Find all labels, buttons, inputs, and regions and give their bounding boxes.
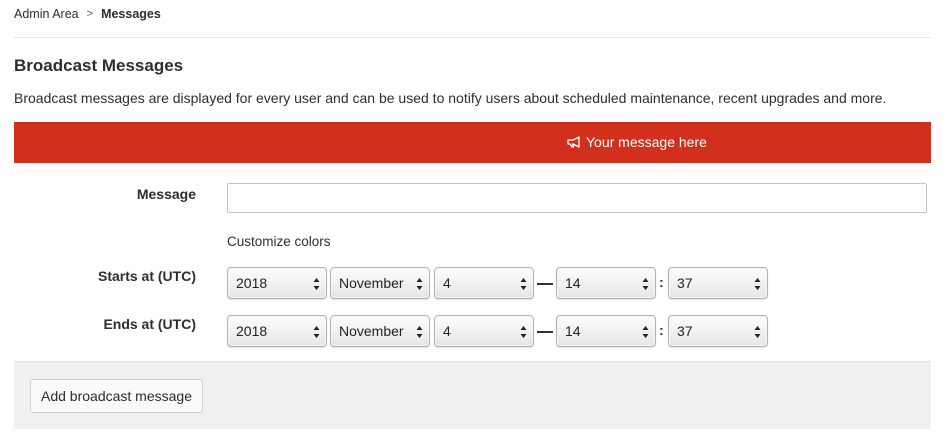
starts-minute-value: 37	[677, 275, 693, 291]
ends-month-value: November	[339, 323, 404, 339]
breadcrumb-separator: >	[86, 8, 94, 20]
breadcrumb-admin-area-link[interactable]: Admin Area	[14, 7, 79, 21]
starts-at-label: Starts at (UTC)	[97, 268, 196, 284]
customize-colors-link[interactable]: Customize colors	[227, 234, 331, 249]
date-time-dash	[537, 283, 553, 285]
ends-minute-select[interactable]: 37	[668, 315, 768, 347]
page-description: Broadcast messages are displayed for eve…	[14, 90, 887, 106]
breadcrumb-current: Messages	[101, 7, 161, 21]
page-title: Broadcast Messages	[14, 56, 184, 75]
broadcast-preview-banner: Your message here	[14, 122, 931, 163]
time-colon: :	[659, 274, 664, 290]
starts-day-select[interactable]: 4	[434, 267, 534, 299]
select-arrows-icon	[642, 326, 649, 338]
select-arrows-icon	[313, 278, 320, 290]
breadcrumb: Admin Area > Messages	[14, 7, 161, 21]
select-arrows-icon	[313, 326, 320, 338]
add-broadcast-message-button[interactable]: Add broadcast message	[30, 379, 203, 413]
date-time-dash	[537, 331, 553, 333]
ends-day-value: 4	[443, 323, 451, 339]
starts-month-select[interactable]: November	[330, 267, 430, 299]
message-input[interactable]	[227, 183, 927, 213]
starts-day-value: 4	[443, 275, 451, 291]
time-colon: :	[659, 322, 664, 338]
starts-year-select[interactable]: 2018	[227, 267, 327, 299]
message-label: Message	[136, 186, 196, 202]
select-arrows-icon	[520, 326, 527, 338]
ends-year-value: 2018	[236, 323, 268, 339]
ends-month-select[interactable]: November	[330, 315, 430, 347]
starts-month-value: November	[339, 275, 404, 291]
select-arrows-icon	[416, 326, 423, 338]
select-arrows-icon	[642, 278, 649, 290]
bullhorn-icon	[567, 136, 580, 148]
select-arrows-icon	[520, 278, 527, 290]
select-arrows-icon	[416, 278, 423, 290]
ends-minute-value: 37	[677, 323, 693, 339]
preview-text: Your message here	[586, 134, 707, 150]
starts-year-value: 2018	[236, 275, 268, 291]
starts-minute-select[interactable]: 37	[668, 267, 768, 299]
ends-day-select[interactable]: 4	[434, 315, 534, 347]
select-arrows-icon	[754, 278, 761, 290]
ends-year-select[interactable]: 2018	[227, 315, 327, 347]
ends-at-label: Ends at (UTC)	[103, 316, 196, 332]
ends-hour-value: 14	[565, 323, 581, 339]
select-arrows-icon	[754, 326, 761, 338]
form-actions-bar: Add broadcast message	[14, 361, 931, 429]
ends-hour-select[interactable]: 14	[556, 315, 656, 347]
header-divider	[14, 37, 931, 38]
starts-hour-select[interactable]: 14	[556, 267, 656, 299]
starts-hour-value: 14	[565, 275, 581, 291]
